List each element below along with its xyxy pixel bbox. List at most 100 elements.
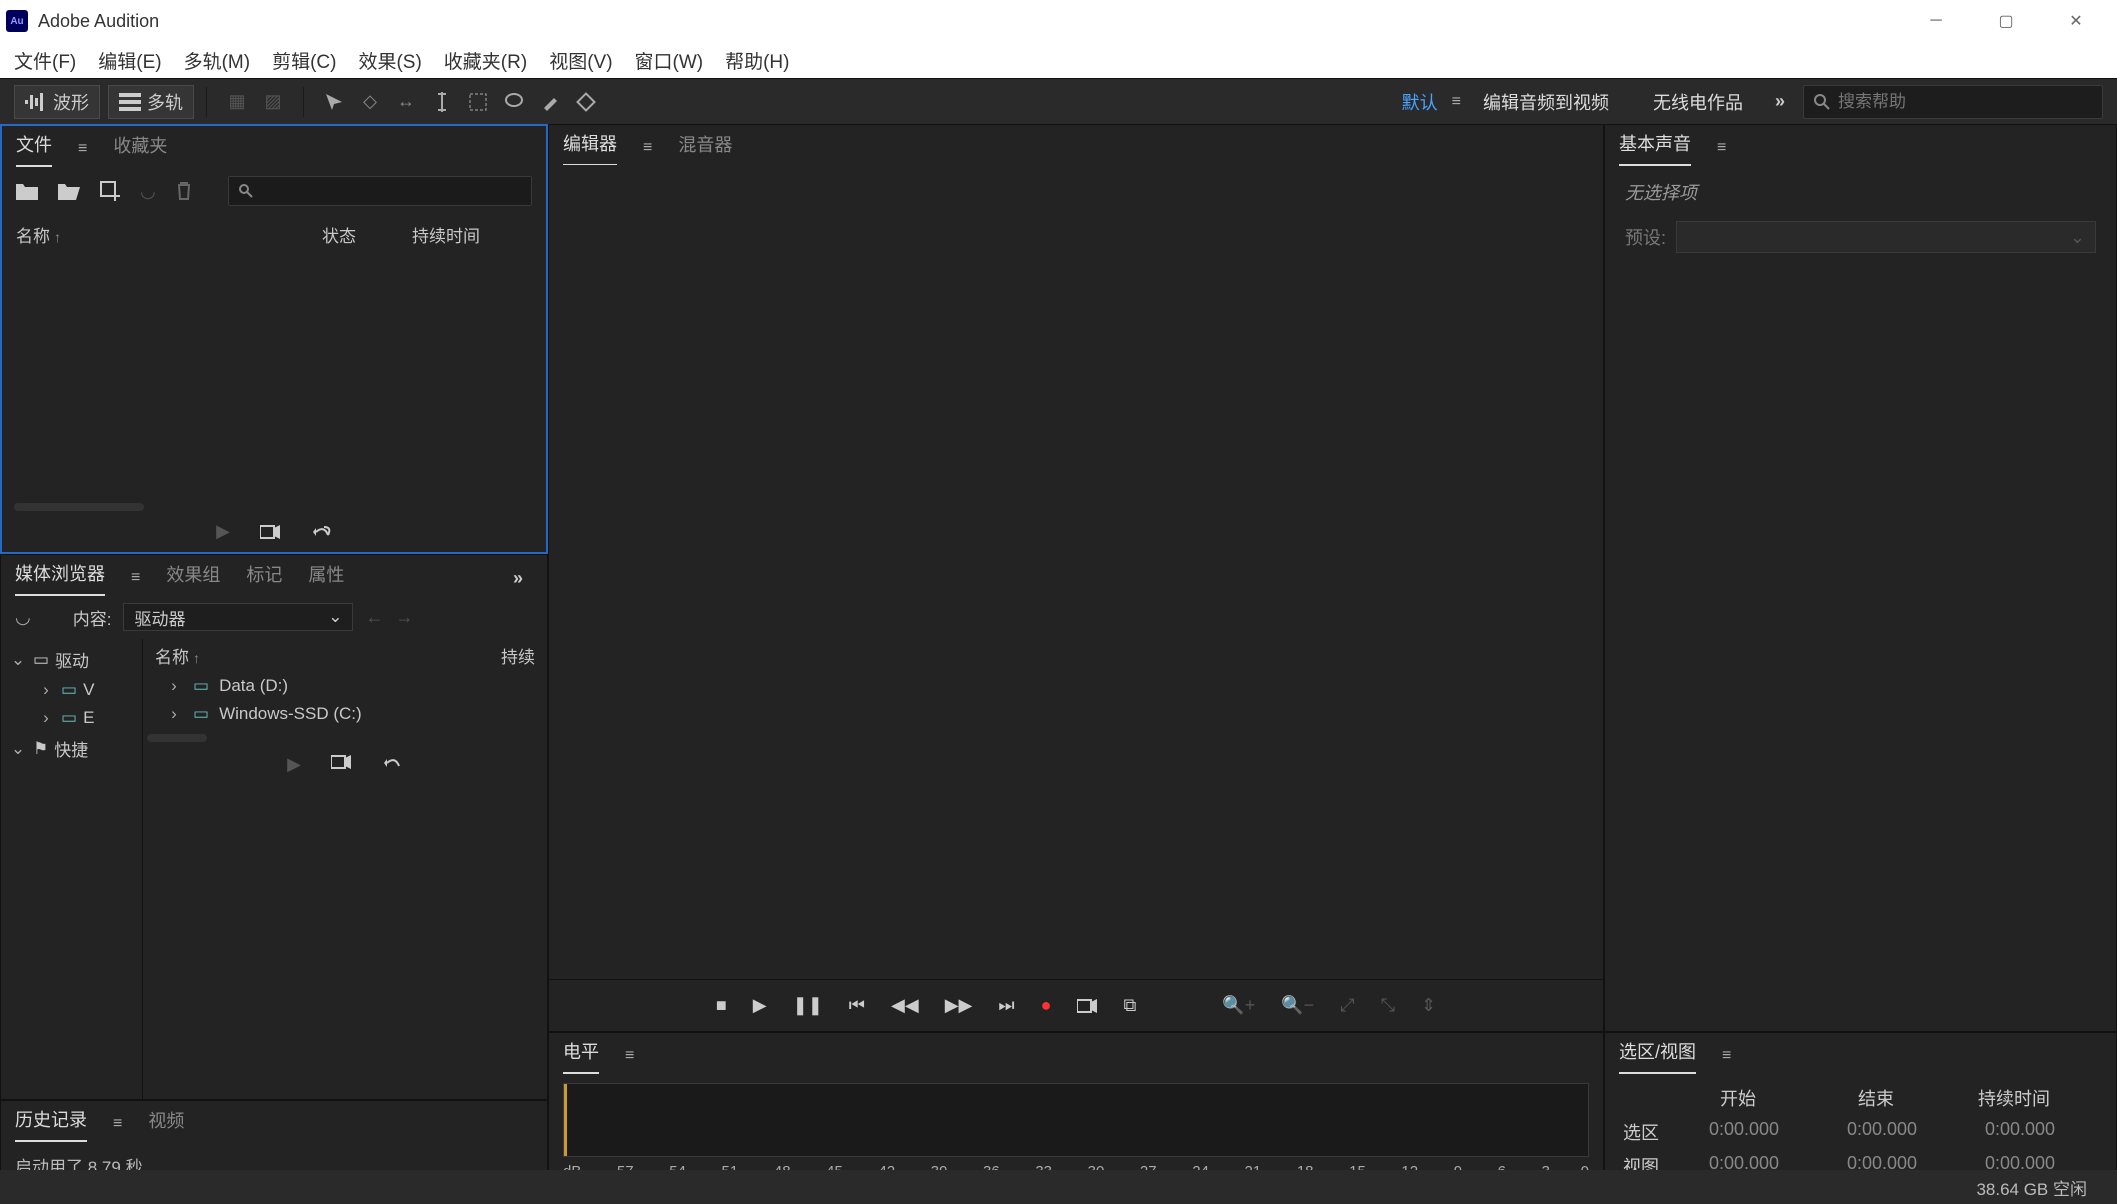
tab-history[interactable]: 历史记录: [15, 1106, 87, 1142]
zoom-in-y-icon[interactable]: ⇕: [1421, 995, 1436, 1016]
history-panel-menu-icon[interactable]: ≡: [113, 1115, 122, 1133]
zoom-in-icon[interactable]: 🔍+: [1222, 995, 1255, 1016]
open-file-icon[interactable]: [16, 182, 38, 200]
tree-shortcuts[interactable]: ⌄ ⚑ 快捷: [1, 732, 142, 765]
search-help-box[interactable]: [1803, 85, 2103, 119]
media-scrollbar[interactable]: [147, 734, 207, 742]
files-col-duration[interactable]: 持续时间: [412, 222, 532, 247]
heal-tool-icon[interactable]: [568, 85, 604, 119]
menu-favorites[interactable]: 收藏夹(R): [440, 43, 531, 78]
files-search[interactable]: [228, 176, 532, 206]
files-col-name[interactable]: 名称: [16, 222, 322, 247]
sv-sel-dur[interactable]: 0:00.000: [1985, 1119, 2095, 1145]
import-icon[interactable]: [58, 182, 80, 200]
tree-drive-v[interactable]: › ▭ V: [1, 676, 142, 704]
move-tool-icon[interactable]: [316, 85, 352, 119]
new-file-icon[interactable]: [100, 181, 120, 201]
list-item[interactable]: › ▭ Windows-SSD (C:): [143, 700, 547, 728]
zoom-full-icon[interactable]: ⤢: [1340, 995, 1354, 1016]
tab-media-browser[interactable]: 媒体浏览器: [15, 560, 105, 596]
spectral-frequency-icon[interactable]: ▦: [219, 85, 255, 119]
workspace-more-button[interactable]: »: [1765, 91, 1795, 112]
menu-file[interactable]: 文件(F): [10, 43, 80, 78]
tree-drive-e[interactable]: › ▭ E: [1, 704, 142, 732]
list-item[interactable]: › ▭ Data (D:): [143, 672, 547, 700]
tab-essential-sound[interactable]: 基本声音: [1619, 130, 1691, 166]
maximize-button[interactable]: ▢: [1971, 0, 2041, 42]
search-help-input[interactable]: [1838, 92, 2092, 112]
media-col-duration[interactable]: 持续: [475, 643, 535, 668]
workspace-video[interactable]: 编辑音频到视频: [1461, 89, 1631, 115]
waveform-mode-button[interactable]: 波形: [14, 85, 100, 119]
nav-back-icon[interactable]: ←: [365, 607, 383, 628]
spectral-pitch-icon[interactable]: ▨: [255, 85, 291, 119]
play-button[interactable]: ▶: [753, 995, 767, 1016]
tab-favorites[interactable]: 收藏夹: [113, 132, 167, 166]
media-loop-icon[interactable]: [381, 754, 403, 775]
tree-drives[interactable]: ⌄ ▭ 驱动: [1, 643, 142, 676]
menu-edit[interactable]: 编辑(E): [94, 43, 165, 78]
workspace-radio[interactable]: 无线电作品: [1631, 89, 1765, 115]
media-insert-icon[interactable]: ◡: [15, 607, 31, 628]
media-panel-menu-icon[interactable]: ≡: [131, 569, 140, 587]
editor-panel-menu-icon[interactable]: ≡: [643, 139, 652, 157]
nav-forward-icon[interactable]: →: [395, 607, 413, 628]
tab-levels[interactable]: 电平: [563, 1038, 599, 1074]
time-selection-icon[interactable]: [424, 85, 460, 119]
tab-markers[interactable]: 标记: [246, 561, 282, 595]
stop-button[interactable]: ■: [716, 995, 727, 1016]
files-loop-icon[interactable]: [310, 523, 332, 541]
loop-button[interactable]: [1077, 998, 1097, 1014]
media-col-name[interactable]: 名称: [155, 643, 475, 668]
menu-view[interactable]: 视图(V): [545, 43, 616, 78]
workspace-menu-icon[interactable]: ≡: [1452, 93, 1461, 111]
zoom-selection-icon[interactable]: ⤡: [1381, 995, 1395, 1016]
files-play-icon[interactable]: ▶: [216, 521, 230, 542]
tab-files[interactable]: 文件: [16, 131, 52, 167]
rewind-button[interactable]: ◀◀: [891, 995, 919, 1016]
lasso-tool-icon[interactable]: [496, 85, 532, 119]
close-button[interactable]: ✕: [2041, 0, 2111, 42]
tab-video[interactable]: 视频: [148, 1107, 184, 1141]
marquee-tool-icon[interactable]: [460, 85, 496, 119]
tab-mixer[interactable]: 混音器: [678, 131, 732, 165]
media-more-button[interactable]: »: [503, 568, 533, 589]
multitrack-mode-button[interactable]: 多轨: [108, 85, 194, 119]
media-autoplay-icon[interactable]: [331, 754, 351, 775]
levels-panel-menu-icon[interactable]: ≡: [625, 1047, 634, 1065]
skip-end-button[interactable]: ⏭: [998, 995, 1014, 1016]
brush-tool-icon[interactable]: [532, 85, 568, 119]
drive-icon: ▭: [61, 680, 77, 700]
menu-help[interactable]: 帮助(H): [721, 43, 793, 78]
files-panel-menu-icon[interactable]: ≡: [78, 140, 87, 158]
es-panel-menu-icon[interactable]: ≡: [1717, 139, 1726, 157]
zoom-out-icon[interactable]: 🔍−: [1281, 995, 1314, 1016]
sv-sel-end[interactable]: 0:00.000: [1847, 1119, 1957, 1145]
content-dropdown[interactable]: 驱动器 ⌄: [123, 603, 353, 631]
tab-editor[interactable]: 编辑器: [563, 130, 617, 166]
delete-icon[interactable]: [176, 181, 192, 201]
menu-window[interactable]: 窗口(W): [631, 43, 708, 78]
slip-tool-icon[interactable]: ↔: [388, 85, 424, 119]
razor-tool-icon[interactable]: ◇: [352, 85, 388, 119]
tab-selection-view[interactable]: 选区/视图: [1619, 1038, 1696, 1074]
tab-properties[interactable]: 属性: [308, 561, 344, 595]
record-button[interactable]: ●: [1041, 995, 1052, 1016]
insert-multitrack-icon[interactable]: ◡: [140, 181, 156, 202]
skip-selection-button[interactable]: ⧉: [1123, 995, 1136, 1016]
selview-panel-menu-icon[interactable]: ≡: [1722, 1047, 1731, 1065]
minimize-button[interactable]: ─: [1901, 0, 1971, 42]
pause-button[interactable]: ❚❚: [793, 995, 823, 1016]
workspace-default[interactable]: 默认: [1388, 89, 1452, 115]
menu-clip[interactable]: 剪辑(C): [268, 43, 340, 78]
files-autoplay-icon[interactable]: [260, 524, 280, 540]
tab-effects-rack[interactable]: 效果组: [166, 561, 220, 595]
forward-button[interactable]: ▶▶: [945, 995, 973, 1016]
menu-multitrack[interactable]: 多轨(M): [180, 43, 254, 78]
files-scrollbar[interactable]: [14, 503, 144, 511]
skip-start-button[interactable]: ⏮: [849, 995, 865, 1016]
menu-effects[interactable]: 效果(S): [354, 43, 425, 78]
media-play-icon[interactable]: ▶: [287, 754, 301, 775]
sv-sel-start[interactable]: 0:00.000: [1709, 1119, 1819, 1145]
files-col-status[interactable]: 状态: [322, 222, 412, 247]
